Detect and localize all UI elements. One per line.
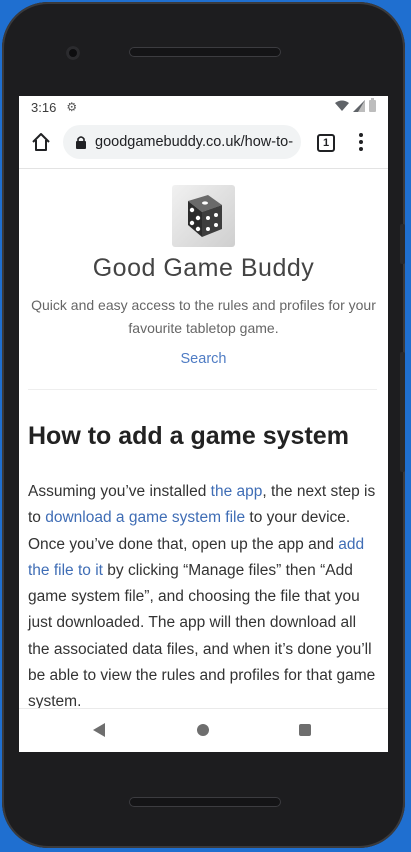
site-title[interactable]: Good Game Buddy: [19, 254, 388, 283]
front-camera: [66, 46, 80, 60]
url-text: goodgamebuddy.co.uk/how-to-: [95, 134, 294, 150]
status-bar: 3:16 ⚙: [19, 96, 388, 118]
site-logo[interactable]: [172, 185, 235, 247]
article-heading: How to add a game system: [28, 422, 349, 450]
recents-icon[interactable]: [299, 724, 311, 736]
top-speaker: [129, 47, 281, 57]
gear-icon: ⚙: [66, 100, 78, 114]
volume-button: [400, 352, 405, 472]
article-paragraph: Assuming you’ve installed the app, the n…: [28, 479, 378, 709]
search-link[interactable]: Search: [19, 351, 388, 367]
wifi-icon: [335, 100, 349, 111]
article-text: Assuming you’ve installed: [28, 483, 211, 500]
article-text: by clicking “Manage files” then “Add gam…: [28, 561, 376, 709]
signal-icon: [353, 100, 365, 112]
nav-home-icon[interactable]: [197, 724, 209, 736]
status-time: 3:16: [31, 99, 57, 115]
power-button: [400, 224, 405, 264]
tab-switcher-button[interactable]: 1: [317, 134, 335, 152]
battery-icon: [369, 98, 376, 112]
dice-icon: [188, 195, 222, 237]
site-tagline: Quick and easy access to the rules and p…: [31, 297, 376, 336]
home-icon[interactable]: [31, 132, 51, 152]
address-bar[interactable]: goodgamebuddy.co.uk/how-to-: [63, 125, 301, 159]
app-link[interactable]: the app: [211, 483, 263, 500]
bottom-speaker: [129, 797, 281, 807]
back-icon[interactable]: [93, 723, 105, 737]
lock-icon: [76, 136, 86, 149]
more-vert-icon[interactable]: [359, 133, 363, 153]
page-content: Good Game Buddy Quick and easy access to…: [19, 169, 388, 709]
android-nav-bar: [19, 708, 388, 752]
phone-screen: 3:16 ⚙ goodgamebuddy.co.uk/how-to- 1 Goo…: [19, 96, 388, 752]
browser-toolbar: goodgamebuddy.co.uk/how-to- 1: [19, 118, 388, 169]
divider: [28, 389, 377, 390]
download-link[interactable]: download a game system file: [45, 509, 245, 526]
